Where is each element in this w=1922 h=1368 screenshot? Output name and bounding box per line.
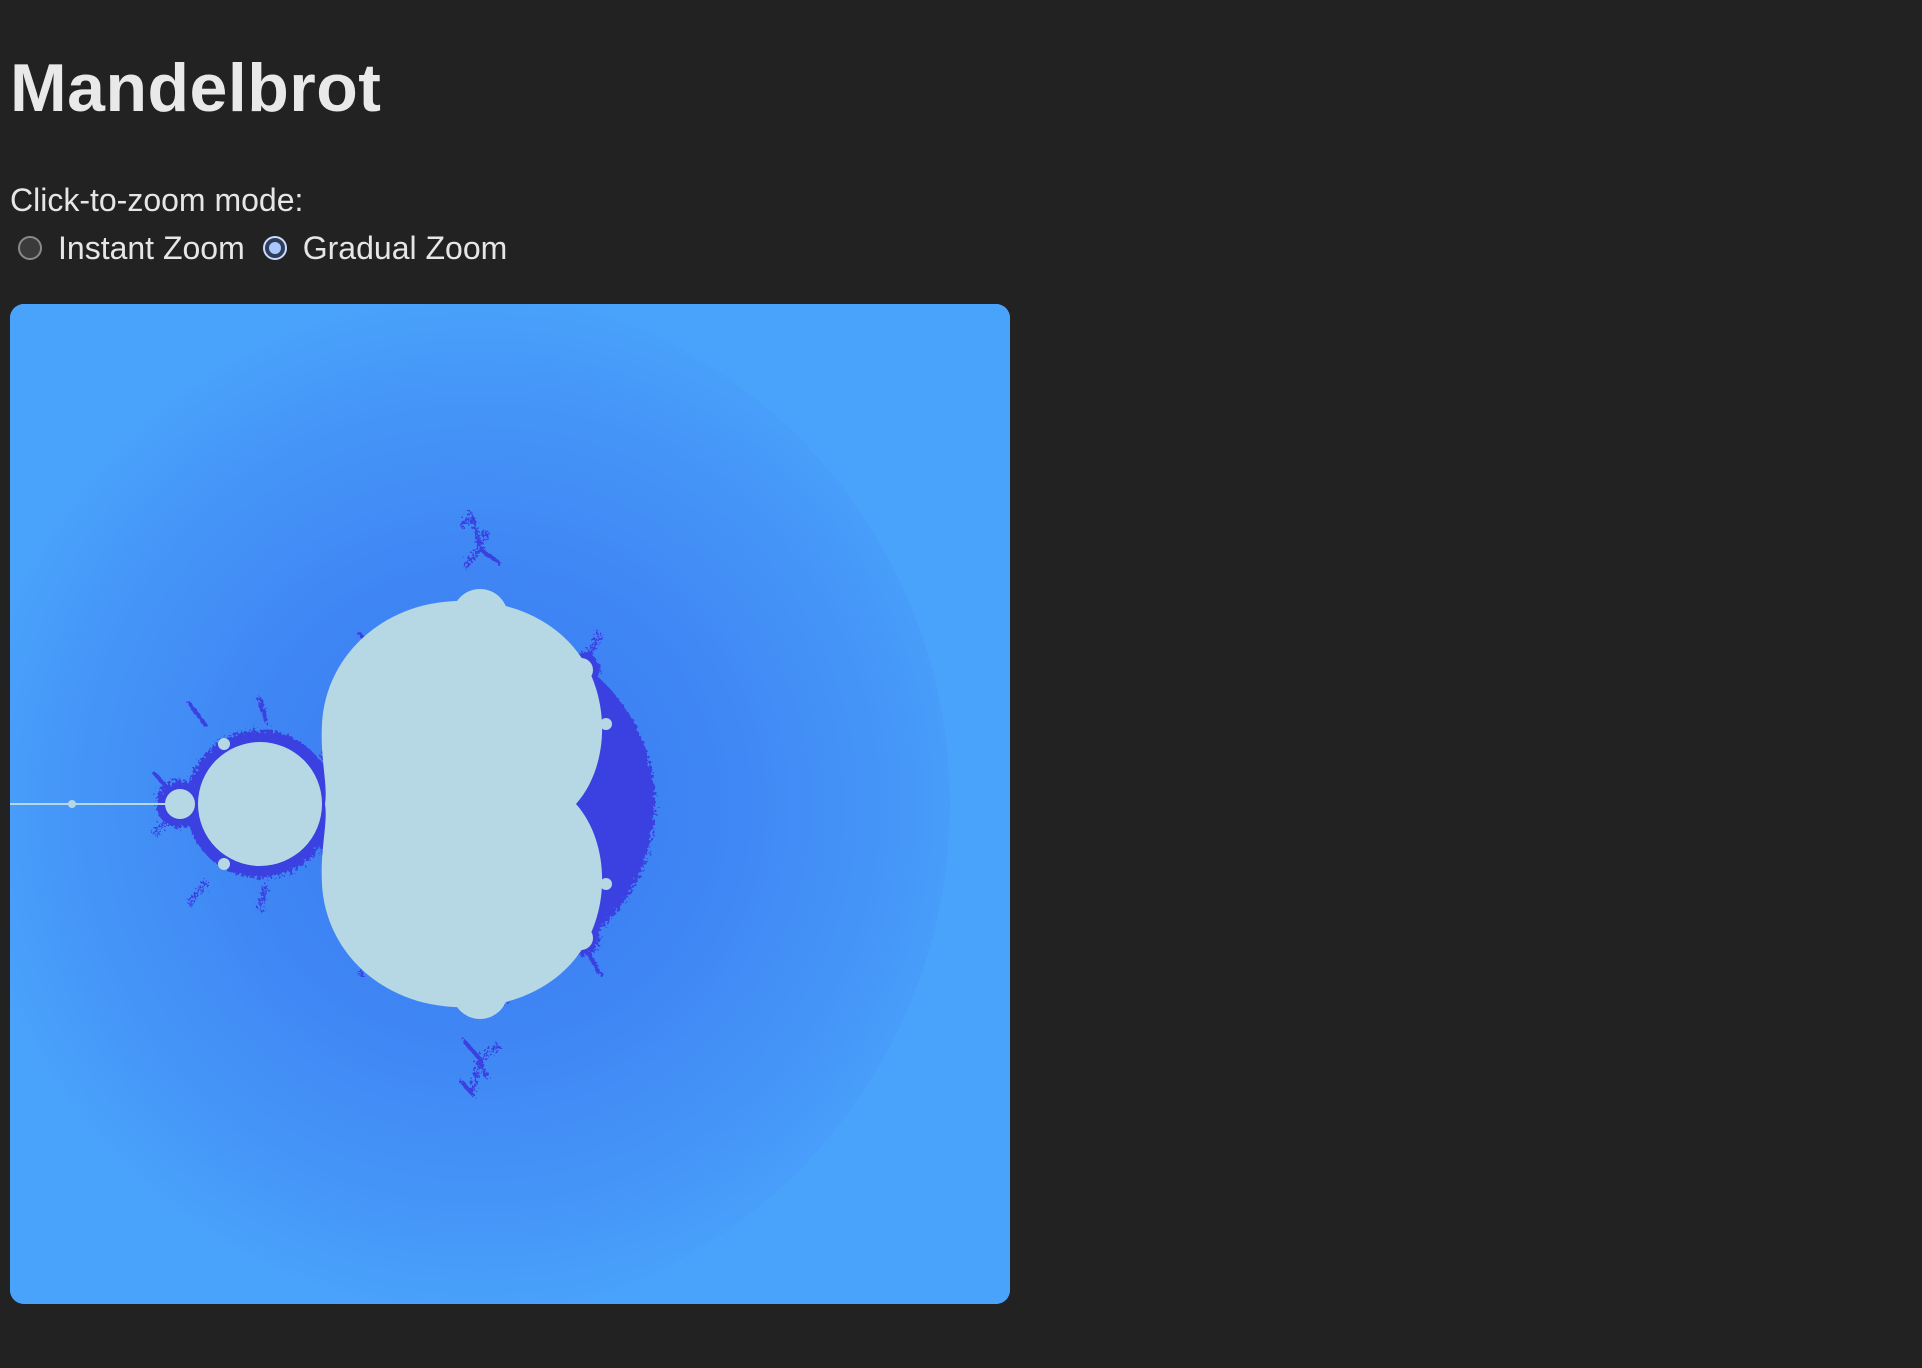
zoom-mode-label: Click-to-zoom mode: — [10, 182, 304, 218]
instant-zoom-radio[interactable] — [18, 236, 42, 260]
instant-zoom-label[interactable]: Instant Zoom — [58, 230, 245, 267]
instant-zoom-option[interactable]: Instant Zoom — [18, 230, 245, 267]
page-title: Mandelbrot — [10, 50, 382, 126]
zoom-mode-radio-group: Instant Zoom Gradual Zoom — [18, 228, 507, 268]
page: Mandelbrot Click-to-zoom mode: Instant Z… — [0, 0, 1922, 1368]
mandelbrot-render[interactable] — [10, 304, 1010, 1304]
gradual-zoom-option[interactable]: Gradual Zoom — [262, 230, 508, 267]
gradual-zoom-radio[interactable] — [262, 236, 287, 260]
mandelbrot-canvas[interactable] — [10, 304, 1010, 1304]
gradual-zoom-label[interactable]: Gradual Zoom — [303, 230, 508, 267]
